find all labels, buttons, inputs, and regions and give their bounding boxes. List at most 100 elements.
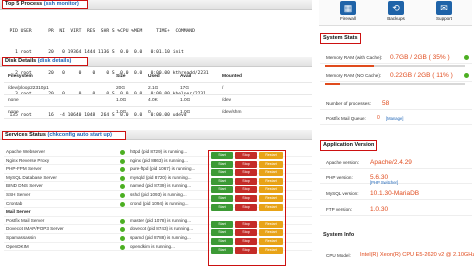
service-status: nginx (pid 8863) is running... xyxy=(130,157,188,163)
service-name: Spamassassin xyxy=(6,234,36,240)
start-button[interactable]: Start xyxy=(211,152,233,159)
restart-button[interactable]: Restart xyxy=(259,160,283,168)
service-name: SSH Server xyxy=(6,191,31,197)
service-status: httpd (pid 8729) is running... xyxy=(130,149,188,154)
restart-button[interactable]: Restart xyxy=(259,195,283,202)
start-button[interactable]: Start xyxy=(211,195,233,202)
processes-label: Number of processes: xyxy=(326,101,371,106)
col-used: Used xyxy=(148,74,160,79)
process-line: PID USER PR NI VIRT RES SHR S %CPU %MEM … xyxy=(4,29,195,34)
restart-button[interactable]: Restart xyxy=(259,229,283,237)
start-button[interactable]: Start xyxy=(211,229,233,237)
status-ok-icon xyxy=(120,201,125,207)
ram-cache-meter xyxy=(325,65,465,67)
disk-table-header: Filesystem Size Used Avail Mounted xyxy=(4,71,312,83)
cell-size: 1.0G xyxy=(116,110,127,115)
cell-size: 20G xyxy=(116,86,126,91)
restart-button[interactable]: Restart xyxy=(259,203,283,211)
stop-button[interactable]: Stop xyxy=(235,203,257,211)
firewall-icon: ▦ xyxy=(340,1,356,15)
apache-label: Apache version: xyxy=(326,160,359,165)
status-ok-icon xyxy=(120,192,125,198)
chkconfig-link[interactable]: (chkconfig auto start up) xyxy=(48,132,112,138)
status-ok-icon xyxy=(120,167,125,173)
service-name: MySQL Database Server xyxy=(6,174,57,180)
system-stats-title: System Stats xyxy=(320,33,361,44)
stop-button[interactable]: Stop xyxy=(235,238,257,245)
mailq-label: Postfix Mail Queue: xyxy=(326,116,366,121)
firewall-tile[interactable]: ▦ Firewall xyxy=(333,1,363,24)
service-controls: Start Stop Restart xyxy=(211,177,283,185)
stop-button[interactable]: Stop xyxy=(235,246,257,254)
quick-links: ▦ Firewall ⟲ Backups ✉ Support xyxy=(319,0,472,26)
manage-mailq-link[interactable]: [Manage] xyxy=(386,112,403,125)
col-avail: Avail xyxy=(180,74,192,79)
service-status: master (pid 1078) is running... xyxy=(130,217,192,223)
restart-button[interactable]: Restart xyxy=(259,177,283,185)
service-controls: Start Stop Restart xyxy=(211,229,283,237)
cell-used: 2.1G xyxy=(148,86,159,91)
mysql-label: MySQL version: xyxy=(326,191,359,196)
stop-button[interactable]: Stop xyxy=(235,195,257,202)
service-status: opendkim is running... xyxy=(130,243,175,249)
start-button[interactable]: Start xyxy=(211,238,233,245)
stop-button[interactable]: Stop xyxy=(235,177,257,185)
table-row: none 1.0G 0 1.0G /dev/shm xyxy=(4,107,312,119)
cpu-row: CPU Model: Intel(R) Xeon(R) CPU E5-2620 … xyxy=(320,249,474,262)
stop-button[interactable]: Stop xyxy=(235,152,257,159)
service-status: pure-ftpd (pid 1067) is running... xyxy=(130,166,196,172)
status-ok-icon xyxy=(120,184,125,190)
col-size: Size xyxy=(116,74,126,79)
stop-button[interactable]: Stop xyxy=(235,220,257,228)
start-button[interactable]: Start xyxy=(211,186,233,194)
restart-button[interactable]: Restart xyxy=(259,152,283,159)
cell-mounted: /dev/shm xyxy=(222,110,242,115)
cell-mounted: /dev xyxy=(222,98,232,103)
start-button[interactable]: Start xyxy=(211,169,233,177)
status-ok-icon xyxy=(120,158,125,164)
restart-button[interactable]: Restart xyxy=(259,186,283,194)
stop-button[interactable]: Stop xyxy=(235,160,257,168)
restart-button[interactable]: Restart xyxy=(259,238,283,245)
disk-table: Filesystem Size Used Avail Mounted /dev/… xyxy=(4,71,312,119)
service-controls: Start Stop Restart xyxy=(211,195,283,202)
restart-button[interactable]: Restart xyxy=(259,246,283,254)
ssh-monitor-link[interactable]: (ssh monitor) xyxy=(44,1,79,7)
ftp-value: 1.0.30 xyxy=(370,206,389,213)
restart-button[interactable]: Restart xyxy=(259,220,283,228)
ram-nocache-row: Memory RAM (NO Cache): 0.22GB / 2GB ( 11… xyxy=(320,69,472,82)
start-button[interactable]: Start xyxy=(211,160,233,168)
cell-size: 1.0G xyxy=(116,98,127,103)
start-button[interactable]: Start xyxy=(211,203,233,211)
services-section-title: Services Status (chkconfig auto start up… xyxy=(2,131,126,140)
service-controls: Start Stop Restart xyxy=(211,203,283,211)
ram-nocache-label: Memory RAM (NO Cache): xyxy=(326,73,382,78)
stop-button[interactable]: Stop xyxy=(235,229,257,237)
service-status: crond (pid 1094) is running... xyxy=(130,200,189,206)
ram-cache-label: Memory RAM (with Cache): xyxy=(326,55,383,60)
cell-avail: 1.0G xyxy=(180,110,191,115)
backup-icon: ⟲ xyxy=(388,1,404,15)
support-tile[interactable]: ✉ Support xyxy=(429,1,459,24)
service-status: dovecot (pid 8743) is running... xyxy=(130,226,194,232)
start-button[interactable]: Start xyxy=(211,246,233,254)
firewall-label: Firewall xyxy=(340,16,356,21)
processes-row: Number of processes: 58 xyxy=(320,97,472,110)
start-button[interactable]: Start xyxy=(211,177,233,185)
backups-tile[interactable]: ⟲ Backups xyxy=(381,1,411,24)
mysql-value: 10.1.30-MariaDB xyxy=(370,190,420,197)
disk-details-link[interactable]: (disk details) xyxy=(38,58,72,64)
processes-value: 58 xyxy=(382,100,390,107)
service-controls: Start Stop Restart xyxy=(211,220,283,228)
service-name: Mail Server xyxy=(6,209,31,215)
cell-filesystem: none xyxy=(8,110,19,115)
start-button[interactable]: Start xyxy=(211,220,233,228)
app-version-title: Application Version xyxy=(320,140,378,151)
service-name: PHP-FPM Server xyxy=(6,166,42,172)
status-ok-icon xyxy=(120,175,125,181)
stop-button[interactable]: Stop xyxy=(235,186,257,194)
left-column: Top 5 Process (ssh monitor) PID USER PR … xyxy=(0,0,314,268)
restart-button[interactable]: Restart xyxy=(259,169,283,177)
stop-button[interactable]: Stop xyxy=(235,169,257,177)
table-row: none 1.0G 4.0K 1.0G /dev xyxy=(4,95,312,107)
